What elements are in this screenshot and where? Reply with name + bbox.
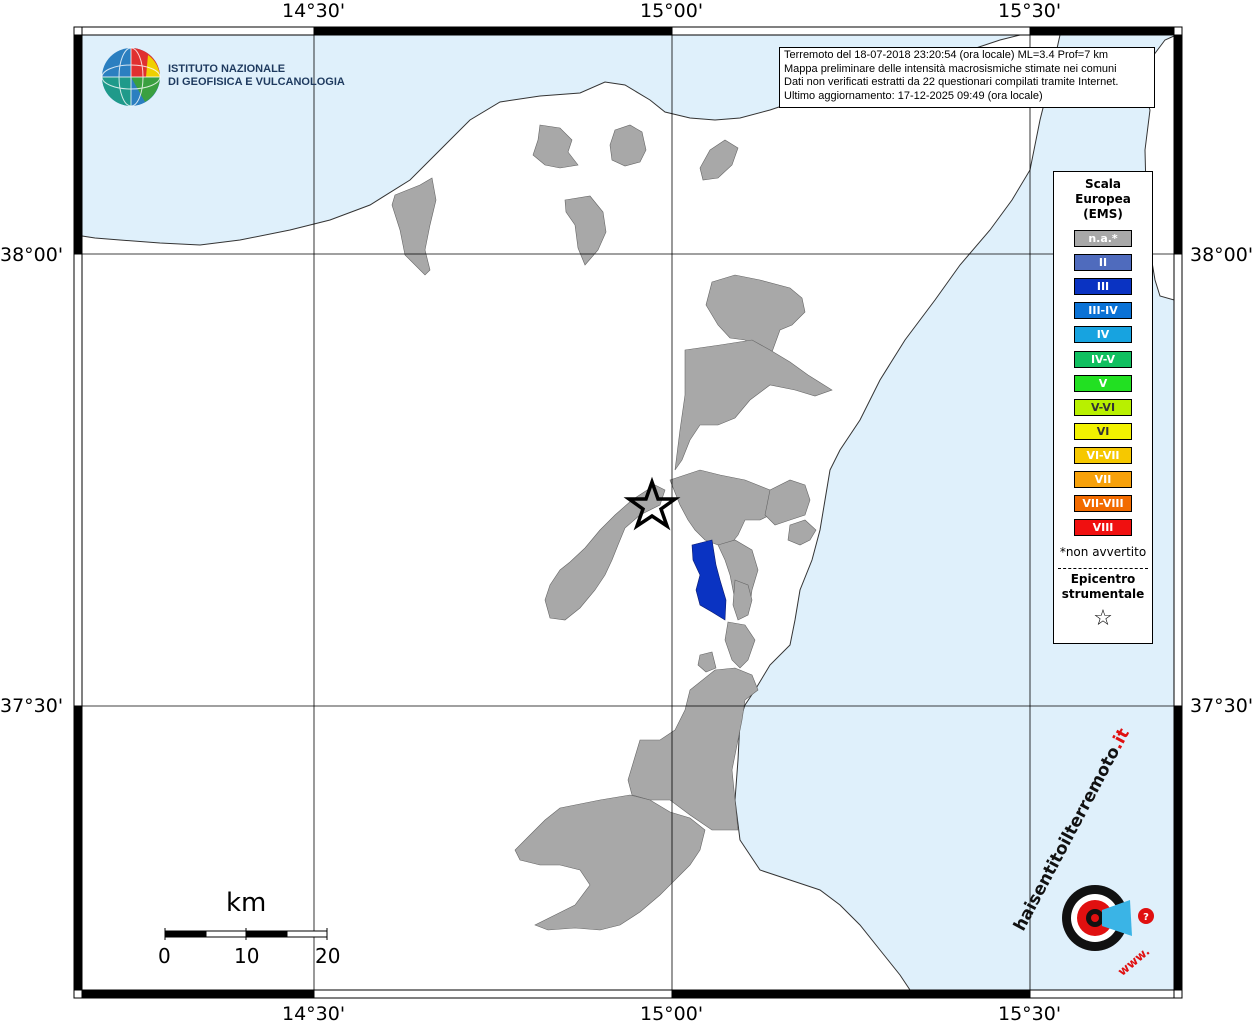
lat-tick-right-1: 38°00' (1190, 244, 1254, 266)
scalebar-label-10: 10 (234, 944, 260, 968)
legend-swatch: II (1074, 254, 1132, 272)
lat-tick-left-1: 38°00' (0, 244, 64, 266)
ingv-logo-text: ISTITUTO NAZIONALE DI GEOFISICA E VULCAN… (168, 63, 345, 89)
legend-title-line3: (EMS) (1083, 207, 1123, 221)
ingv-line1: ISTITUTO NAZIONALE (168, 63, 286, 75)
legend-epicenter-label: Epicentro strumentale (1054, 572, 1152, 602)
lon-tick-bottom-1: 14°30' (282, 1003, 346, 1025)
legend-swatch: IV-V (1074, 350, 1132, 368)
ingv-globe-icon (101, 47, 161, 107)
legend-swatch: III-IV (1074, 302, 1132, 320)
lat-tick-right-2: 37°30' (1190, 695, 1254, 717)
ems-legend: Scala Europea (EMS) n.a.* II III III-IV IV IV… (1053, 171, 1153, 644)
event-info-line1: Terremoto del 18-07-2018 23:20:54 (ora l… (784, 49, 1109, 61)
star-outline-icon: ☆ (1093, 606, 1113, 631)
legend-swatch: VII (1074, 471, 1132, 488)
municipality-polygon (609, 124, 647, 167)
lon-tick-bottom-3: 15°30' (998, 1003, 1062, 1025)
event-info-line2: Mappa preliminare delle intensità macros… (784, 62, 1117, 75)
lon-tick-top-1: 14°30' (282, 0, 346, 22)
event-info-box: Terremoto del 18-07-2018 23:20:54 (ora l… (779, 47, 1155, 108)
lon-tick-bottom-2: 15°00' (640, 1003, 704, 1025)
lat-tick-left-2: 37°30' (0, 695, 64, 717)
legend-swatch: VI-VII (1074, 446, 1132, 464)
legend-epicenter-line1: Epicentro (1070, 572, 1136, 586)
legend-swatch: V-VI (1074, 398, 1132, 416)
event-info-line4: Ultimo aggiornamento: 17-12-2025 09:49 (… (784, 89, 1043, 102)
legend-epicenter-line2: strumentale (1061, 587, 1145, 601)
legend-separator (1058, 568, 1148, 569)
legend-swatch: IV (1074, 326, 1132, 344)
scalebar-label-0: 0 (158, 944, 171, 968)
legend-swatch: VIII (1074, 519, 1132, 537)
ingv-line2: DI GEOFISICA E VULCANOLOGIA (168, 76, 345, 88)
lon-tick-top-2: 15°00' (640, 0, 704, 22)
legend-title-line1: Scala (1084, 177, 1122, 191)
legend-swatch: n.a.* (1074, 230, 1132, 247)
scalebar-label-20: 20 (315, 944, 341, 968)
legend-swatch: VI (1074, 422, 1132, 440)
legend-title: Scala Europea (EMS) (1054, 177, 1152, 222)
lon-tick-top-3: 15°30' (998, 0, 1062, 22)
scalebar-unit: km (226, 888, 267, 918)
legend-swatch: VII-VIII (1074, 495, 1132, 513)
event-info-line3: Dati non verificati estratti da 22 quest… (784, 76, 1119, 88)
svg-text:?: ? (1143, 912, 1149, 923)
legend-note: *non avvertito (1059, 545, 1147, 559)
legend-swatch: III (1074, 278, 1132, 296)
legend-swatch: V (1074, 374, 1132, 392)
legend-title-line2: Europea (1075, 192, 1131, 206)
